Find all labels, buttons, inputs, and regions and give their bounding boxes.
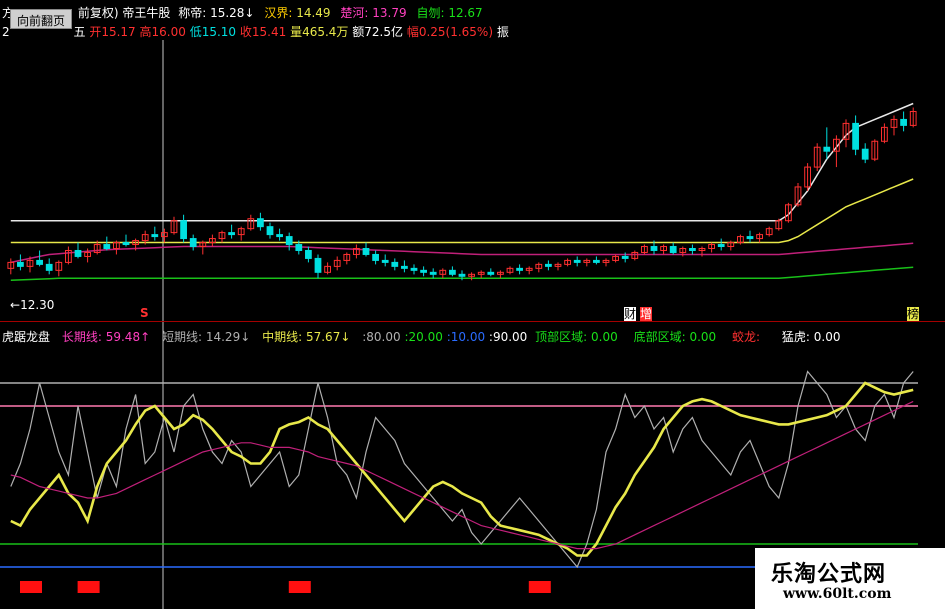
candle-body [593, 259, 600, 263]
candle-body [285, 236, 293, 246]
low-price-label: ←12.30 [10, 298, 54, 312]
indicator-line-中期线 [10, 381, 914, 557]
candle-body [861, 148, 869, 160]
candle-body [17, 261, 24, 267]
candle-body [305, 249, 312, 259]
long-line-key: 长期线: [61, 330, 102, 344]
jiaolong-key: 蛟龙: [732, 330, 761, 344]
signal-box [77, 581, 100, 593]
zeng-label: 增 [640, 307, 653, 321]
bang-mark: 榜 [907, 307, 920, 321]
candle-body [257, 218, 264, 228]
candle-body [746, 236, 754, 240]
level-20: :20.00 [404, 330, 443, 344]
candle-body [669, 246, 677, 253]
candle-body [420, 269, 427, 273]
candle-body [362, 248, 370, 255]
watermark-url: www.60lt.com [783, 586, 892, 602]
candle-body [458, 273, 466, 277]
price-line-楚河 [10, 242, 914, 264]
candle-body [189, 238, 197, 248]
low-price-value: 12.30 [20, 298, 55, 312]
signal-box [288, 581, 311, 593]
top-zone-key: 顶部区域: [535, 330, 588, 344]
candle-body [180, 220, 187, 240]
indicator-line-短期线 [10, 370, 914, 569]
candle-body [852, 122, 859, 150]
candle-body [487, 271, 495, 275]
price-line-称帝 [10, 102, 914, 222]
signal-box [528, 581, 551, 593]
watermark-title: 乐淘公式网 [771, 562, 887, 587]
candle-body [621, 255, 629, 259]
candle-body [266, 226, 274, 236]
candle-body [545, 263, 552, 267]
menghu-value: 0.00 [813, 330, 841, 344]
candle-body [372, 253, 379, 261]
candle-body [900, 118, 907, 126]
candle-body [151, 234, 159, 238]
long-line-value: 59.48↑ [105, 330, 151, 344]
signal-box [20, 581, 42, 593]
candle-body [295, 244, 303, 251]
candle-body [228, 232, 235, 236]
low-price-arrow: ← [10, 298, 21, 312]
mid-line-key: 中期线: [262, 330, 303, 344]
price-line-汉界 [10, 178, 914, 244]
level-80: :80.00 [362, 330, 401, 344]
candle-body [650, 246, 658, 251]
indicator-header: 虎踞龙盘 长期线: 59.48↑ 短期线: 14.29↓ 中期线: 57.67↓… [2, 330, 840, 344]
candle-body [410, 267, 418, 271]
candle-body [516, 267, 523, 271]
candle-body [314, 257, 322, 273]
candle-body [36, 259, 43, 265]
candle-body [717, 244, 725, 248]
level-90: :90.00 [488, 330, 528, 344]
cai-label: 财 [624, 307, 637, 321]
candle-body [429, 271, 437, 275]
candle-body [573, 259, 581, 263]
candle-body [401, 265, 408, 269]
level-10: :10.00 [446, 330, 486, 344]
candle-body [391, 261, 399, 267]
indicator-name: 虎踞龙盘 [2, 330, 51, 344]
mid-line-value: 57.67↓ [305, 330, 351, 344]
short-line-key: 短期线: [161, 330, 203, 344]
candle-body [103, 244, 111, 249]
bottom-zone-value: 0.00 [689, 330, 717, 344]
candle-body [45, 263, 53, 271]
candle-body [823, 146, 831, 152]
short-line-value: 14.29↓ [205, 330, 251, 344]
s-mark: S [140, 306, 149, 320]
top-zone-value: 0.00 [591, 330, 618, 344]
candle-body [74, 249, 82, 257]
chart-stage: 方 前复权) 帝王牛股 称帝: 15.28↓ 汉界: 14.49 楚河: 13.… [0, 0, 945, 609]
candle-body [449, 269, 456, 275]
chart-svg [0, 40, 918, 609]
menghu-key: 猛虎: [781, 330, 810, 344]
candle-body [122, 242, 130, 246]
watermark-box: 乐淘公式网 www.60lt.com [755, 548, 945, 609]
candle-body [276, 234, 283, 238]
cai-mark: 财增 [624, 307, 653, 321]
candle-body [689, 248, 696, 251]
candle-body [381, 259, 389, 263]
bottom-zone-key: 底部区域: [633, 330, 686, 344]
panel-separator [0, 321, 945, 322]
